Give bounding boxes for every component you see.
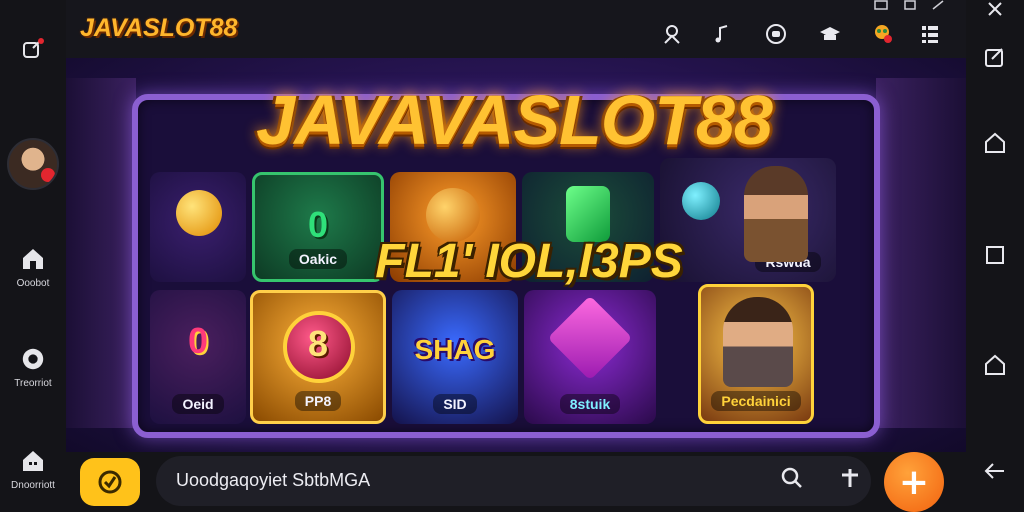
share-icon [20,36,46,62]
promo-banner-text: FL1' IOL,I3PS [375,235,683,288]
chat-icon[interactable] [764,22,788,46]
gold-coin-icon [176,190,222,236]
game-title: JAVAVASLOT88 [256,81,773,159]
sidebar-item-profile[interactable] [0,138,66,190]
tile-label: PP8 [294,391,342,411]
maximize-icon[interactable] [904,0,916,14]
cyan-token-icon [682,182,720,220]
avatar[interactable] [7,138,59,190]
slot-tile[interactable]: 8 PP8 [250,290,386,424]
slot-tile[interactable]: SHAG SID [392,290,518,424]
home-icon[interactable] [982,352,1008,378]
store-icon [20,448,46,474]
grid-list-icon[interactable] [918,22,942,46]
left-sidebar: Ooobot Treorriot Dnoorriott [0,0,66,512]
search-input[interactable]: Uoodgaqoyiet SbtbMGA [176,470,370,491]
restore-icon[interactable] [932,0,944,14]
app-window: JAVASLOT88 Ooobot Treorriot Dnoorriott 0… [0,0,1024,512]
coin-button[interactable] [80,458,140,506]
sidebar-item-label: Treorriot [14,378,52,389]
notification-badge [41,168,55,182]
music-note-icon[interactable] [710,22,734,46]
tile-label: Oeid [172,394,224,414]
sidebar-item-store[interactable]: Dnoorriott [0,448,66,491]
tile-label: Pecdainici [711,391,801,411]
slot-tile[interactable]: 8stuik [524,290,656,424]
person-search-icon[interactable] [660,22,684,46]
app-logo[interactable]: JAVASLOT88 [80,14,237,43]
edit-icon[interactable] [982,44,1008,70]
character-icon [744,166,808,262]
slot-tile[interactable]: 0 Oeid [150,290,246,424]
right-sidebar [966,0,1024,512]
home-icon [20,246,46,272]
home-icon[interactable] [982,130,1008,156]
search-icon[interactable] [780,466,804,490]
back-arrow-icon[interactable] [982,458,1008,484]
tile-symbol: 0 [187,319,209,361]
game-banner[interactable]: 0 Oakic Rswua JAVAVASLOT88 FL1' IOL,I3PS… [66,58,966,452]
graduation-icon[interactable] [818,22,842,46]
purple-gem-icon [547,295,633,381]
tile-symbol: 8 [307,323,329,365]
top-bar: JAVASLOT88 [66,0,966,64]
add-button[interactable]: + [884,452,944,512]
background-hall-left [66,78,136,428]
sidebar-item-label: Ooobot [16,278,50,289]
square-icon[interactable] [982,242,1008,268]
gear-icon [20,346,46,372]
character-icon [723,297,793,387]
game-character-icon[interactable] [870,22,894,46]
tile-symbol: SHAG [414,334,496,366]
window-tray-icon [874,0,888,14]
tile-label: 8stuik [559,394,621,414]
background-hall-right [876,78,966,428]
tile-label: SID [433,394,477,414]
sidebar-item-settings[interactable]: Treorriot [0,346,66,389]
search-bar[interactable]: Uoodgaqoyiet SbtbMGA [156,456,871,506]
cross-icon[interactable] [838,466,862,490]
close-icon[interactable] [982,0,1008,22]
slot-tile[interactable]: Pecdainici [698,284,814,424]
sidebar-item-label: Dnoorriott [11,480,55,491]
sidebar-item-home[interactable]: Ooobot [0,246,66,289]
sidebar-item-share[interactable] [0,36,66,62]
coin-icon [98,470,122,494]
slot-tile[interactable] [150,172,246,282]
bottom-bar: Uoodgaqoyiet SbtbMGA + [66,452,966,512]
